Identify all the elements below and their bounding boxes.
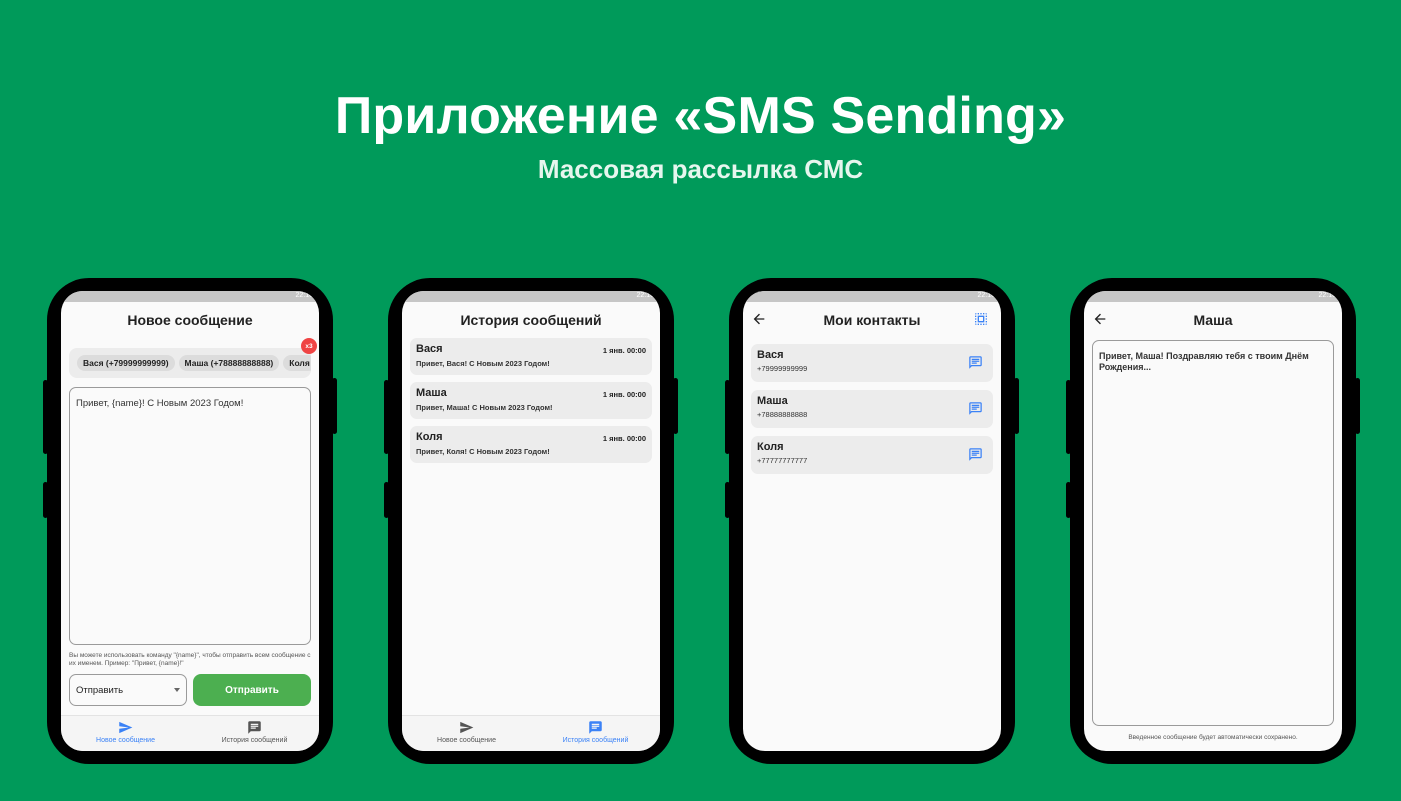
select-all-icon[interactable] <box>973 311 989 327</box>
history-message: Привет, Коля! С Новым 2023 Годом! <box>416 447 550 456</box>
nav-label: Новое сообщение <box>96 737 155 744</box>
status-time: 22:10 <box>295 292 313 299</box>
contact-item[interactable]: Коля +77777777777 <box>751 436 993 474</box>
autosave-note: Введенное сообщение будет автоматически … <box>1128 734 1298 741</box>
page-title: Приложение «SMS Sending» <box>334 87 1067 145</box>
message-input[interactable]: Привет, Маша! Поздравляю тебя с твоим Дн… <box>1092 340 1334 726</box>
nav-new-message[interactable]: Новое сообщение <box>61 716 190 751</box>
back-arrow-icon[interactable] <box>751 311 767 327</box>
app-bar: История сообщений <box>402 302 660 338</box>
nav-history[interactable]: История сообщений <box>531 716 660 751</box>
history-item[interactable]: Вася 1 янв. 00:00 Привет, Вася! С Новым … <box>410 338 652 375</box>
phone-contacts: 22:10 Мои контакты Вася +79999999999 Маш… <box>725 278 1019 764</box>
volume-button <box>725 380 730 454</box>
recipients-box[interactable]: Вася (+79999999999) Маша (+78888888888) … <box>69 348 311 378</box>
contact-item[interactable]: Маша +78888888888 <box>751 390 993 428</box>
side-button <box>43 482 48 518</box>
volume-button <box>1066 380 1071 454</box>
bottom-nav: Новое сообщение История сообщений <box>402 715 660 751</box>
status-time: 22:10 <box>977 292 995 299</box>
app-bar: Новое сообщение <box>61 302 319 338</box>
recipient-chip[interactable]: Коля <box>283 355 311 371</box>
status-bar: 22:10 <box>402 291 660 302</box>
app-bar: Мои контакты <box>743 302 1001 338</box>
screen-title: История сообщений <box>460 312 602 328</box>
contact-phone: +77777777777 <box>757 456 808 465</box>
chevron-down-icon <box>174 688 180 692</box>
recipient-chip[interactable]: Вася (+79999999999) <box>77 355 175 371</box>
message-icon[interactable] <box>968 401 983 416</box>
contact-name: Коля <box>757 441 784 453</box>
contact-name: Маша <box>757 395 788 407</box>
history-date: 1 янв. 00:00 <box>602 390 646 399</box>
app-bar: Маша <box>1084 302 1342 338</box>
nav-new-message[interactable]: Новое сообщение <box>402 716 531 751</box>
power-button <box>1014 378 1019 434</box>
phone-history: 22:10 История сообщений Вася 1 янв. 00:0… <box>384 278 678 764</box>
nav-history[interactable]: История сообщений <box>190 716 319 751</box>
nav-label: История сообщений <box>221 737 288 744</box>
send-mode-select[interactable]: Отправить <box>69 674 187 706</box>
history-date: 1 янв. 00:00 <box>602 346 646 355</box>
history-message: Привет, Вася! С Новым 2023 Годом! <box>416 359 550 368</box>
status-time: 22:10 <box>636 292 654 299</box>
history-date: 1 янв. 00:00 <box>602 434 646 443</box>
history-item[interactable]: Маша 1 янв. 00:00 Привет, Маша! С Новым … <box>410 382 652 419</box>
screen-chat: 22:10 Маша Привет, Маша! Поздравляю тебя… <box>1084 291 1342 751</box>
contact-phone: +79999999999 <box>757 364 808 373</box>
send-button[interactable]: Отправить <box>193 674 311 706</box>
history-item[interactable]: Коля 1 янв. 00:00 Привет, Коля! С Новым … <box>410 426 652 463</box>
power-button <box>1355 378 1360 434</box>
contact-name: Вася <box>757 349 784 361</box>
side-button <box>1066 482 1071 518</box>
status-bar: 22:10 <box>743 291 1001 302</box>
power-button <box>673 378 678 434</box>
chat-icon <box>589 721 602 734</box>
history-message: Привет, Маша! С Новым 2023 Годом! <box>416 403 553 412</box>
send-icon <box>119 721 133 734</box>
power-button <box>332 378 337 434</box>
side-button <box>384 482 389 518</box>
status-bar: 22:10 <box>61 291 319 302</box>
contact-item[interactable]: Вася +79999999999 <box>751 344 993 382</box>
name-command-hint: Вы можете использовать команду "{name}",… <box>69 652 311 667</box>
action-row: Отправить Отправить <box>69 674 311 706</box>
contact-phone: +78888888888 <box>757 410 808 419</box>
back-arrow-icon[interactable] <box>1092 311 1108 327</box>
send-icon <box>460 721 474 734</box>
send-mode-value: Отправить <box>76 684 124 696</box>
status-time: 22:10 <box>1318 292 1336 299</box>
nav-label: История сообщений <box>562 737 629 744</box>
bottom-nav: Новое сообщение История сообщений <box>61 715 319 751</box>
phone-chat: 22:10 Маша Привет, Маша! Поздравляю тебя… <box>1066 278 1360 764</box>
volume-button <box>384 380 389 454</box>
recipient-count-badge: x3 <box>301 338 317 354</box>
screen-new-message: 22:10 Новое сообщение x3 Вася (+79999999… <box>61 291 319 751</box>
message-icon[interactable] <box>968 447 983 462</box>
phone-new-message: 22:10 Новое сообщение x3 Вася (+79999999… <box>43 278 337 764</box>
message-icon[interactable] <box>968 355 983 370</box>
message-input[interactable]: Привет, {name}! С Новым 2023 Годом! <box>69 387 311 645</box>
side-button <box>725 482 730 518</box>
screen-title: Маша <box>1193 312 1233 328</box>
volume-button <box>43 380 48 454</box>
page-subtitle: Массовая рассылка СМС <box>537 154 864 184</box>
screen-contacts: 22:10 Мои контакты Вася +79999999999 Маш… <box>743 291 1001 751</box>
status-bar: 22:10 <box>1084 291 1342 302</box>
chat-icon <box>248 721 261 734</box>
recipient-chip[interactable]: Маша (+78888888888) <box>178 355 280 371</box>
screen-title: Мои контакты <box>823 312 921 328</box>
screen-history: 22:10 История сообщений Вася 1 янв. 00:0… <box>402 291 660 751</box>
nav-label: Новое сообщение <box>437 737 496 744</box>
screen-title: Новое сообщение <box>127 312 253 328</box>
